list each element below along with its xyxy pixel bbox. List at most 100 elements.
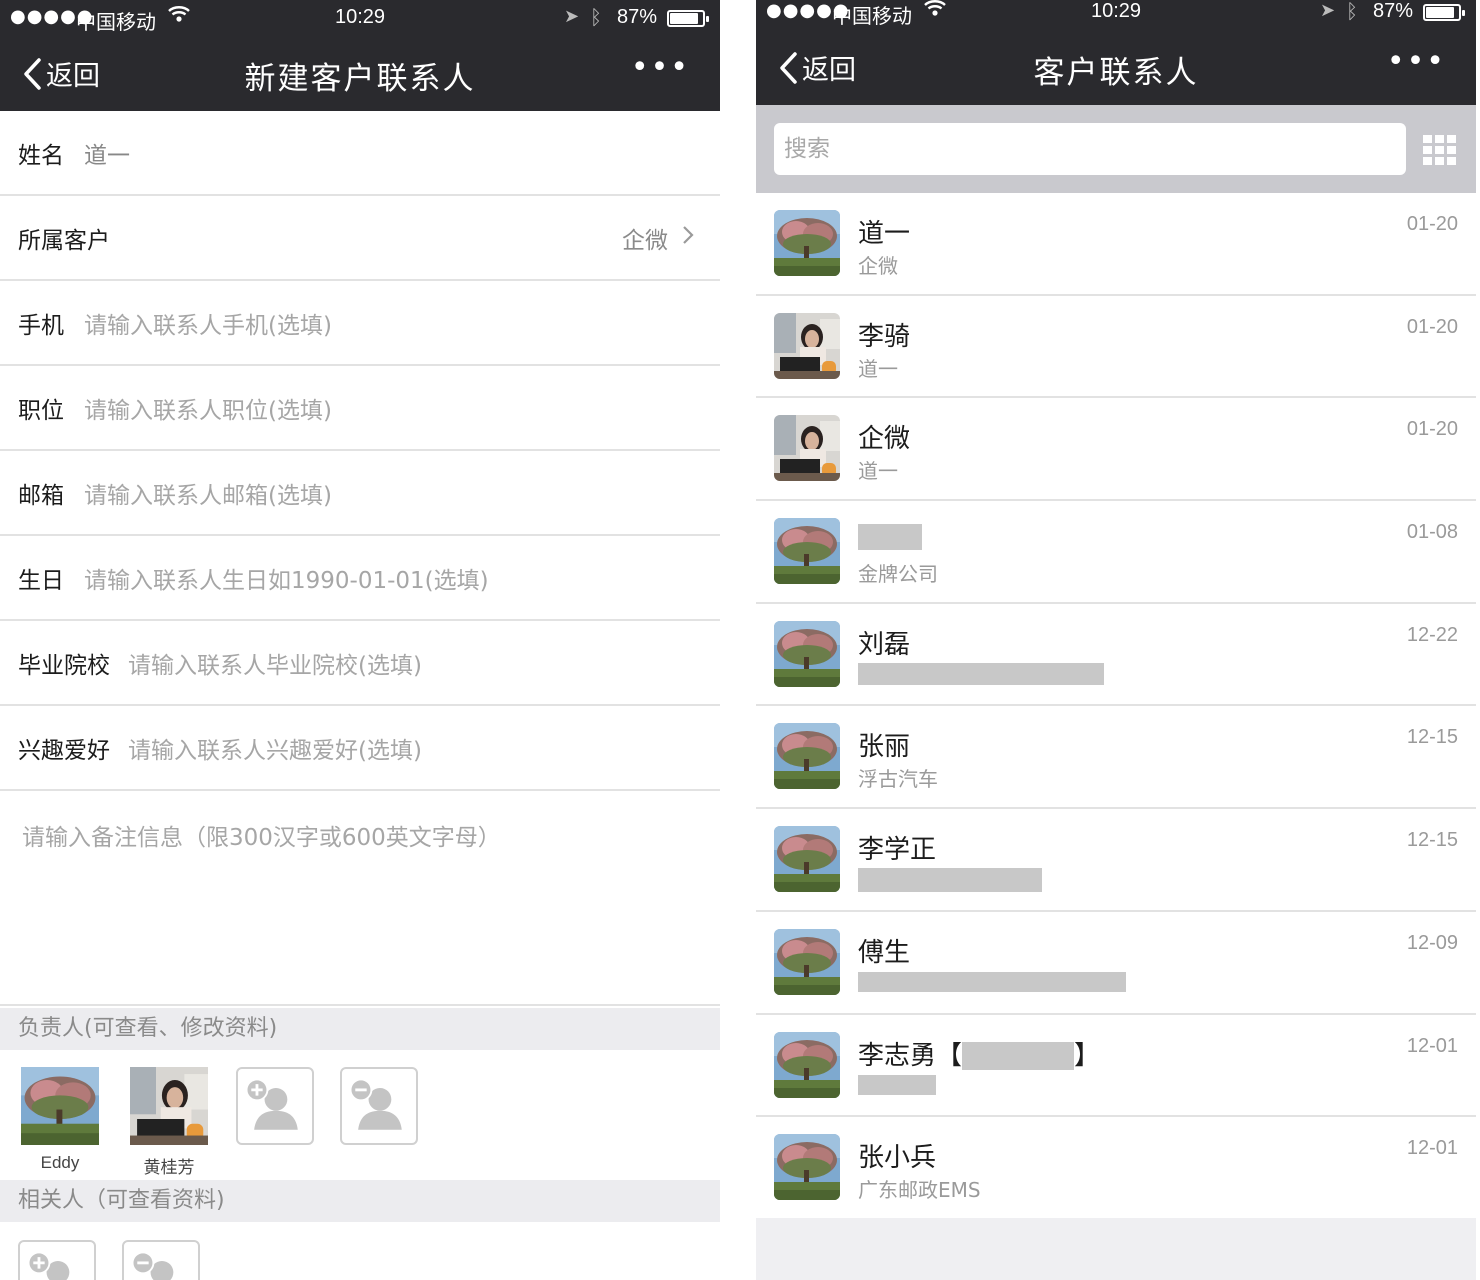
contact-name-suffix: 】 bbox=[1074, 1040, 1101, 1071]
page-title: 新建客户联系人 bbox=[244, 61, 476, 97]
avatar bbox=[130, 1067, 208, 1145]
battery-percent: 87% bbox=[1373, 0, 1414, 22]
contact-list-screen: ●●●●● 中国移动 10:29 ➤ ᛒ 87% 返回 客户联系人 ••• 搜索… bbox=[756, 0, 1476, 1280]
list-item[interactable]: 张小兵 广东邮政EMS 12-01 bbox=[756, 1117, 1476, 1220]
chevron-left-icon bbox=[780, 51, 797, 84]
contact-date: 12-22 bbox=[1406, 623, 1458, 646]
email-row[interactable]: 邮箱 请输入联系人邮箱(选填) bbox=[0, 451, 720, 536]
owner-member[interactable]: 黄桂芳 bbox=[129, 1067, 209, 1178]
contact-company: 广东邮政EMS bbox=[858, 1178, 981, 1203]
contact-name: 企微 bbox=[858, 424, 911, 455]
grid-view-icon[interactable] bbox=[1423, 135, 1457, 165]
email-field[interactable]: 请输入联系人邮箱(选填) bbox=[84, 476, 332, 510]
add-person-icon bbox=[238, 1069, 312, 1143]
hobby-field[interactable]: 请输入联系人兴趣爱好(选填) bbox=[128, 731, 422, 765]
contact-name: 李志勇【 bbox=[858, 1040, 963, 1071]
avatar bbox=[774, 415, 840, 481]
add-owner-button[interactable] bbox=[236, 1067, 314, 1145]
contact-date: 01-20 bbox=[1406, 213, 1458, 235]
mobile-row[interactable]: 手机 请输入联系人手机(选填) bbox=[0, 281, 720, 366]
owner-member[interactable]: Eddy bbox=[20, 1067, 100, 1173]
search-bar bbox=[756, 105, 1476, 193]
list-item[interactable]: 刘磊 12-22 bbox=[756, 603, 1476, 707]
birthday-label: 生日 bbox=[18, 567, 64, 594]
contact-name: 道一 bbox=[858, 219, 911, 249]
contact-date: 12-01 bbox=[1406, 1034, 1458, 1057]
mobile-field[interactable]: 请输入联系人手机(选填) bbox=[84, 306, 332, 340]
contact-company: 浮古汽车 bbox=[858, 767, 938, 792]
battery-percent: 87% bbox=[617, 6, 658, 28]
clock: 10:29 bbox=[1090, 0, 1142, 22]
birthday-row[interactable]: 生日 请输入联系人生日如1990-01-01(选填) bbox=[0, 536, 720, 621]
list-item[interactable]: 李学正 12-15 bbox=[756, 809, 1476, 912]
birthday-field[interactable]: 请输入联系人生日如1990-01-01(选填) bbox=[84, 561, 489, 595]
new-contact-screen: ●●●●● 中国移动 10:29 ➤ ᛒ 87% 返回 新建客户联系人 ••• … bbox=[0, 0, 720, 1280]
avatar bbox=[774, 1032, 840, 1098]
add-related-button[interactable] bbox=[18, 1240, 96, 1280]
hobby-row[interactable]: 兴趣爱好 请输入联系人兴趣爱好(选填) bbox=[0, 706, 720, 791]
remove-related-button[interactable] bbox=[122, 1240, 200, 1280]
more-menu-button[interactable]: ••• bbox=[1387, 44, 1446, 79]
contact-date: 01-08 bbox=[1406, 521, 1458, 544]
contact-date: 01-20 bbox=[1406, 315, 1458, 338]
position-field[interactable]: 请输入联系人职位(选填) bbox=[84, 391, 332, 425]
back-label: 返回 bbox=[802, 55, 856, 86]
list-item[interactable]: 李志勇【 】 12-01 bbox=[756, 1014, 1476, 1118]
owner-name: Eddy bbox=[40, 1153, 80, 1172]
more-menu-button[interactable]: ••• bbox=[631, 50, 690, 85]
remove-person-icon bbox=[124, 1242, 198, 1280]
contact-name-redacted bbox=[858, 521, 922, 551]
notes-textarea[interactable]: 请输入备注信息（限300汉字或600英文字母） bbox=[0, 792, 720, 1006]
avatar bbox=[774, 621, 840, 687]
customer-row[interactable]: 所属客户 企微 bbox=[0, 196, 720, 281]
list-item[interactable]: 道一 企微 01-20 bbox=[756, 193, 1476, 296]
contact-name: 傅生 bbox=[858, 937, 911, 968]
clock: 10:29 bbox=[334, 6, 386, 28]
bluetooth-icon: ᛒ bbox=[590, 5, 602, 29]
avatar bbox=[21, 1067, 99, 1145]
back-button[interactable]: 返回 bbox=[22, 54, 100, 93]
school-field[interactable]: 请输入联系人毕业院校(选填) bbox=[128, 646, 422, 680]
list-item[interactable]: 张丽 浮古汽车 12-15 bbox=[756, 706, 1476, 810]
remove-person-icon bbox=[342, 1069, 416, 1143]
list-item[interactable]: 金牌公司 01-08 bbox=[756, 501, 1476, 604]
battery-icon bbox=[667, 10, 709, 27]
chevron-right-icon bbox=[682, 224, 694, 252]
battery-icon bbox=[1423, 4, 1465, 21]
contact-date: 12-09 bbox=[1406, 931, 1458, 954]
school-row[interactable]: 毕业院校 请输入联系人毕业院校(选填) bbox=[0, 621, 720, 706]
contact-name-row: 李志勇【 】 bbox=[858, 1035, 1100, 1072]
customer-label: 所属客户 bbox=[18, 227, 110, 254]
contact-name: 刘磊 bbox=[858, 629, 911, 660]
list-item[interactable]: 李骑 道一 01-20 bbox=[756, 295, 1476, 399]
related-section-title: 相关人（可查看资料) bbox=[0, 1180, 720, 1222]
contact-name: 张丽 bbox=[858, 732, 911, 763]
owner-section-title: 负责人(可查看、修改资料) bbox=[0, 1008, 720, 1050]
back-button[interactable]: 返回 bbox=[778, 48, 856, 87]
notes-placeholder: 请输入备注信息（限300汉字或600英文字母） bbox=[22, 825, 501, 851]
contact-company: 金牌公司 bbox=[858, 562, 938, 587]
status-bar: ●●●●● 中国移动 10:29 ➤ ᛒ 87% bbox=[756, 0, 1476, 30]
contact-date: 12-15 bbox=[1406, 726, 1458, 749]
screenshot-gap bbox=[720, 0, 756, 1280]
contact-company: 企微 bbox=[858, 254, 898, 278]
hobby-label: 兴趣爱好 bbox=[18, 737, 110, 764]
remove-owner-button[interactable] bbox=[340, 1067, 418, 1145]
contact-list: 道一 企微 01-20 李骑 道一 01-20 企微 道一 01-20 金牌公司… bbox=[756, 193, 1476, 1220]
position-row[interactable]: 职位 请输入联系人职位(选填) bbox=[0, 366, 720, 451]
avatar bbox=[774, 210, 840, 276]
list-item[interactable]: 企微 道一 01-20 bbox=[756, 398, 1476, 502]
bluetooth-icon: ᛒ bbox=[1346, 0, 1358, 23]
list-item[interactable]: 傅生 12-09 bbox=[756, 911, 1476, 1015]
contact-company-redacted bbox=[858, 661, 1104, 686]
status-bar: ●●●●● 中国移动 10:29 ➤ ᛒ 87% bbox=[0, 0, 720, 36]
name-row[interactable]: 姓名 道一 bbox=[0, 111, 720, 196]
contact-name: 李骑 bbox=[858, 321, 911, 352]
avatar bbox=[774, 1134, 840, 1200]
header-bar: ●●●●● 中国移动 10:29 ➤ ᛒ 87% 返回 新建客户联系人 ••• bbox=[0, 0, 720, 111]
name-field[interactable]: 道一 bbox=[84, 136, 130, 170]
contact-name: 李学正 bbox=[858, 835, 937, 866]
avatar bbox=[774, 929, 840, 995]
email-label: 邮箱 bbox=[18, 482, 64, 509]
search-input[interactable] bbox=[774, 123, 1406, 175]
